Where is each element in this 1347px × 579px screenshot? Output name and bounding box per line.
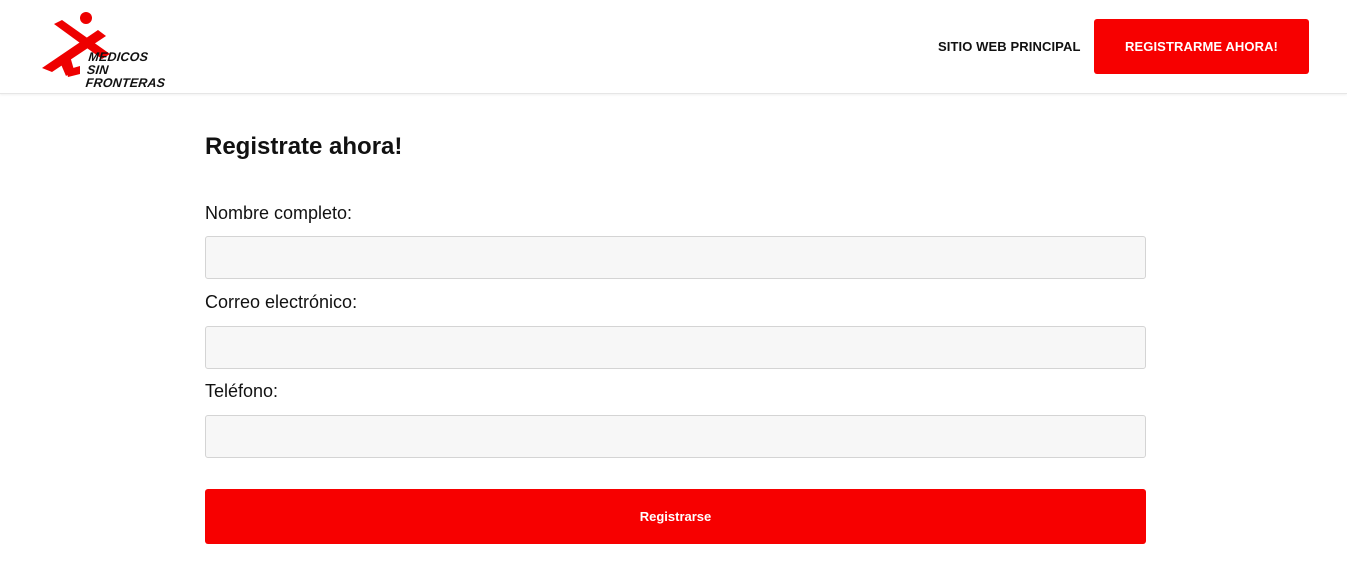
submit-register-button[interactable]: Registrarse [205,489,1146,544]
full-name-input[interactable] [205,236,1146,279]
phone-label: Teléfono: [205,381,279,401]
email-input[interactable] [205,326,1146,369]
phone-input[interactable] [205,415,1146,458]
full-name-label: Nombre completo: [205,203,353,223]
logo-line-2: SIN FRONTERAS [84,63,167,90]
register-now-button[interactable]: REGISTRARME AHORA! [1094,19,1309,74]
main-website-link[interactable]: SITIO WEB PRINCIPAL [938,39,1081,54]
logo-wordmark: MEDICOS SIN FRONTERAS [84,50,192,90]
page-title: Registrate ahora! [205,133,403,160]
email-label: Correo electrónico: [205,292,358,312]
msf-logo[interactable]: MEDICOS SIN FRONTERAS [40,10,190,90]
site-header: MEDICOS SIN FRONTERAS SITIO WEB PRINCIPA… [0,0,1347,94]
